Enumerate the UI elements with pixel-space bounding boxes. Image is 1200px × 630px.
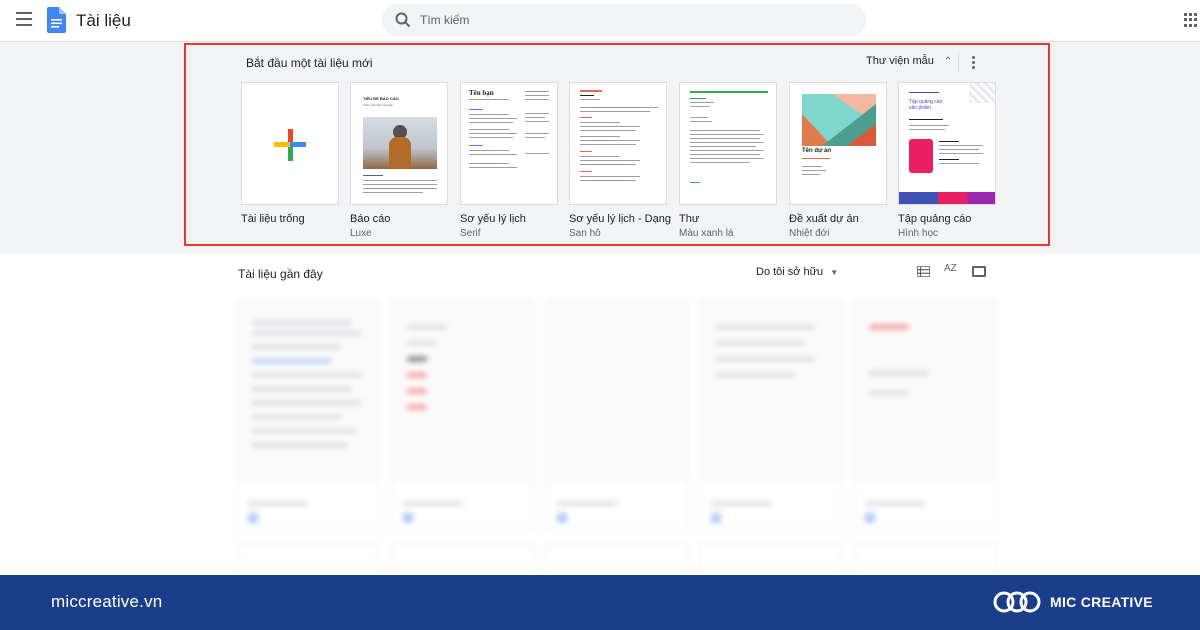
template-library-label: Thư viện mẫu	[866, 55, 934, 67]
template-name: Đề xuất dự án	[789, 213, 859, 225]
hamburger-menu-icon[interactable]	[16, 12, 32, 26]
footer-url: miccreative.vn	[51, 592, 163, 611]
divider	[958, 53, 959, 73]
sort-label: AZ	[944, 263, 957, 274]
thumb-heading: Tên dự án	[802, 148, 832, 154]
thumb-photo	[363, 117, 437, 169]
more-options-icon[interactable]	[972, 56, 976, 70]
template-brochure[interactable]: Tập quảng cáo sản phẩm Tập quảng cáo Hìn…	[898, 82, 996, 239]
template-subtitle: Luxe	[350, 228, 372, 239]
template-resume-serif[interactable]: Tên bạn Sơ yếu lý lịch Serif	[460, 82, 558, 239]
owner-filter-dropdown[interactable]: Do tôi sở hữu ▼	[756, 266, 838, 278]
recent-document-card[interactable]	[854, 300, 996, 530]
folder-picker-icon[interactable]	[972, 266, 986, 277]
search-input[interactable]	[420, 4, 850, 36]
top-bar: Tài liệu	[0, 0, 1200, 42]
unfold-icon: ⌃	[943, 55, 953, 67]
template-project-proposal[interactable]: Tên dự án Đề xuất dự án Nhiệt đới	[789, 82, 887, 239]
plus-icon-bar	[274, 142, 306, 147]
template-subtitle: Serif	[460, 228, 481, 239]
template-letter[interactable]: Thư Màu xanh lá	[679, 82, 777, 239]
template-name: Sơ yếu lý lịch	[460, 213, 526, 225]
google-apps-grid-icon[interactable]	[1184, 13, 1198, 27]
template-thumbnail[interactable]: Tên bạn	[460, 82, 558, 205]
template-name: Báo cáo	[350, 213, 391, 225]
template-name: Tập quảng cáo	[898, 213, 972, 225]
recent-document-card[interactable]	[546, 300, 688, 530]
template-thumbnail[interactable]: TIÊU ĐỀ BÁO CÁO Chèn văn bản của bạn	[350, 82, 448, 205]
template-library-button[interactable]: Thư viện mẫu ⌃	[866, 55, 952, 67]
mic-creative-logo-icon	[993, 591, 1041, 613]
template-thumbnail[interactable]: Tên dự án	[789, 82, 887, 205]
recent-documents-title: Tài liệu gần đây	[238, 267, 323, 281]
template-report[interactable]: TIÊU ĐỀ BÁO CÁO Chèn văn bản của bạn Báo…	[350, 82, 448, 239]
thumb-phone-image	[909, 139, 933, 173]
recent-document-card[interactable]	[237, 300, 379, 530]
thumb-heading: TIÊU ĐỀ BÁO CÁO	[363, 96, 399, 101]
list-view-icon[interactable]	[917, 266, 930, 277]
template-resume-coral[interactable]: Sơ yếu lý lịch - Dạng San hô	[569, 82, 671, 239]
template-blank[interactable]: Tài liệu trống	[241, 82, 339, 228]
template-thumbnail[interactable]	[679, 82, 777, 205]
gallery-title: Bắt đầu một tài liệu mới	[246, 56, 373, 70]
template-thumbnail[interactable]	[569, 82, 667, 205]
footer-brand: MIC CREATIVE	[1050, 594, 1153, 610]
template-subtitle: Nhiệt đới	[789, 228, 830, 239]
sort-az-icon[interactable]: AZ	[944, 263, 957, 274]
owner-filter-label: Do tôi sở hữu	[756, 266, 824, 278]
thumb-heading: Tên bạn	[469, 89, 494, 97]
search-icon[interactable]	[394, 11, 412, 29]
template-subtitle: Màu xanh lá	[679, 228, 734, 239]
template-thumbnail[interactable]: Tập quảng cáo sản phẩm	[898, 82, 996, 205]
search-bar[interactable]	[382, 4, 866, 36]
template-thumbnail[interactable]	[241, 82, 339, 205]
recent-document-card[interactable]	[700, 300, 842, 530]
template-gallery: Bắt đầu một tài liệu mới Thư viện mẫu ⌃ …	[0, 42, 1200, 254]
docs-logo-icon[interactable]	[47, 7, 66, 33]
thumb-subheading: Chèn văn bản của bạn	[363, 103, 394, 107]
thumb-geometric-art	[802, 94, 876, 146]
app-title[interactable]: Tài liệu	[76, 11, 131, 31]
template-name: Thư	[679, 213, 700, 225]
recent-document-card[interactable]	[392, 300, 534, 530]
brand-footer: miccreative.vn MIC CREATIVE	[0, 575, 1200, 630]
template-name: Tài liệu trống	[241, 213, 305, 225]
template-name: Sơ yếu lý lịch - Dạng	[569, 213, 671, 225]
thumb-heading: Tập quảng cáo sản phẩm	[909, 99, 943, 111]
dropdown-arrow-icon: ▼	[830, 268, 839, 277]
template-subtitle: San hô	[569, 228, 601, 239]
template-subtitle: Hình học	[898, 228, 939, 239]
